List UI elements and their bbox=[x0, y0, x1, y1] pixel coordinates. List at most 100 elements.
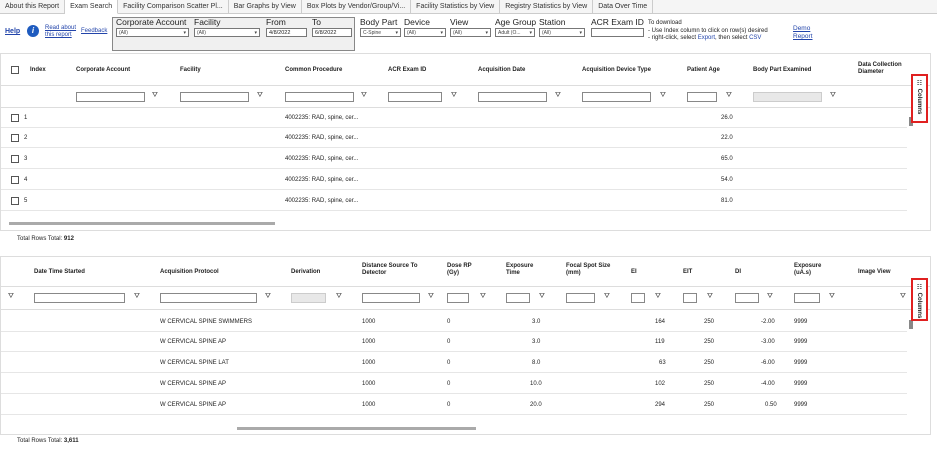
filter-icon[interactable]: ⛛ bbox=[336, 293, 342, 301]
header-exposure[interactable]: Exposure (uA.s) bbox=[794, 263, 829, 277]
filter-exposure-time[interactable] bbox=[506, 293, 530, 303]
header-exposure-time[interactable]: Exposure Time bbox=[506, 263, 541, 277]
filter-icon[interactable]: ⛛ bbox=[830, 92, 836, 100]
tab-facility-comparison[interactable]: Facility Comparison Scatter Pl... bbox=[118, 0, 229, 14]
filter-exposure[interactable] bbox=[794, 293, 820, 303]
filter-acr-exam-id[interactable] bbox=[388, 92, 442, 102]
to-date-input[interactable]: 6/8/2022 bbox=[312, 28, 352, 37]
table-row[interactable]: 4 4002235: RAD, spine, cer... 54.0 bbox=[1, 171, 907, 190]
tab-exam-search[interactable]: Exam Search bbox=[65, 0, 119, 14]
filter-icon[interactable]: ⛛ bbox=[660, 92, 666, 100]
table-row[interactable]: W CERVICAL SPINE AP 1000 0 20.0 294 250 … bbox=[1, 396, 907, 415]
filter-dose-rp[interactable] bbox=[447, 293, 469, 303]
tab-facility-statistics[interactable]: Facility Statistics by View bbox=[411, 0, 501, 14]
filter-icon[interactable]: ⛛ bbox=[604, 293, 610, 301]
filter-common-procedure[interactable] bbox=[285, 92, 354, 102]
horizontal-scrollbar[interactable] bbox=[237, 427, 476, 430]
filter-icon[interactable]: ⛛ bbox=[555, 92, 561, 100]
header-acquisition-date[interactable]: Acquisition Date bbox=[478, 67, 525, 74]
feedback-link[interactable]: Feedback bbox=[81, 28, 107, 34]
row-checkbox[interactable] bbox=[11, 155, 19, 163]
from-date-input[interactable]: 4/8/2022 bbox=[266, 28, 307, 37]
vertical-scrollbar[interactable] bbox=[909, 320, 913, 329]
tab-bar-graphs[interactable]: Bar Graphs by View bbox=[229, 0, 302, 14]
filter-icon[interactable]: ⛛ bbox=[726, 92, 732, 100]
filter-icon[interactable]: ⛛ bbox=[265, 293, 271, 301]
table-row[interactable]: 1 4002235: RAD, spine, cer... 26.0 bbox=[1, 109, 907, 128]
row-checkbox[interactable] bbox=[11, 134, 19, 142]
filter-icon[interactable]: ⛛ bbox=[134, 293, 140, 301]
tab-box-plots[interactable]: Box Plots by Vendor/Group/Vi... bbox=[302, 0, 412, 14]
body-part-select[interactable]: C-Spine bbox=[360, 28, 401, 37]
filter-icon[interactable]: ⛛ bbox=[361, 92, 367, 100]
tab-registry-statistics[interactable]: Registry Statistics by View bbox=[500, 0, 594, 14]
header-index[interactable]: Index bbox=[30, 67, 46, 74]
table-row[interactable]: W CERVICAL SPINE SWIMMERS 1000 0 3.0 164… bbox=[1, 313, 907, 332]
facility-select[interactable]: (All) bbox=[194, 28, 260, 37]
header-acquisition-device-type[interactable]: Acquisition Device Type bbox=[582, 67, 651, 74]
table-row[interactable]: W CERVICAL SPINE LAT 1000 0 8.0 63 250 -… bbox=[1, 354, 907, 373]
demo-report-link[interactable]: Demo Report bbox=[793, 25, 823, 41]
table-row[interactable]: 2 4002235: RAD, spine, cer... 22.0 bbox=[1, 129, 907, 148]
filter-distance-source[interactable] bbox=[362, 293, 420, 303]
header-image-view[interactable]: Image View bbox=[858, 269, 891, 276]
header-data-collection-diameter[interactable]: Data Collection Diameter bbox=[858, 62, 908, 76]
filter-focal-spot-size[interactable] bbox=[566, 293, 595, 303]
columns-panel-toggle[interactable]: ☷ Columns bbox=[911, 74, 928, 123]
tab-about[interactable]: About this Report bbox=[0, 0, 66, 14]
header-focal-spot-size[interactable]: Focal Spot Size (mm) bbox=[566, 263, 611, 277]
header-dose-rp[interactable]: Dose RP (Gy) bbox=[447, 263, 482, 277]
filter-icon[interactable]: ⛛ bbox=[900, 293, 906, 301]
filter-icon[interactable]: ⛛ bbox=[767, 293, 773, 301]
filter-icon[interactable]: ⛛ bbox=[539, 293, 545, 301]
header-acquisition-protocol[interactable]: Acquisition Protocol bbox=[160, 269, 219, 276]
row-checkbox[interactable] bbox=[11, 176, 19, 184]
header-common-procedure[interactable]: Common Procedure bbox=[285, 67, 342, 74]
age-group-select[interactable]: Adult (O... bbox=[495, 28, 535, 37]
horizontal-scrollbar[interactable] bbox=[9, 222, 275, 225]
read-about-link[interactable]: Read about this report bbox=[45, 25, 79, 39]
header-ei[interactable]: EI bbox=[631, 269, 637, 276]
filter-icon[interactable]: ⛛ bbox=[428, 293, 434, 301]
table-row[interactable]: W CERVICAL SPINE AP 1000 0 3.0 119 250 -… bbox=[1, 333, 907, 352]
select-all-checkbox[interactable] bbox=[11, 66, 19, 74]
filter-facility[interactable] bbox=[180, 92, 249, 102]
filter-acquisition-device-type[interactable] bbox=[582, 92, 651, 102]
filter-icon[interactable]: ⛛ bbox=[480, 293, 486, 301]
corporate-account-select[interactable]: (All) bbox=[116, 28, 189, 37]
filter-eit[interactable] bbox=[683, 293, 697, 303]
filter-icon[interactable]: ⛛ bbox=[707, 293, 713, 301]
filter-icon[interactable]: ⛛ bbox=[152, 92, 158, 100]
view-select[interactable]: (All) bbox=[450, 28, 491, 37]
header-distance-source[interactable]: Distance Source To Detector bbox=[362, 263, 422, 277]
header-eit[interactable]: EIT bbox=[683, 269, 692, 276]
device-select[interactable]: (All) bbox=[404, 28, 446, 37]
filter-corporate-account[interactable] bbox=[76, 92, 145, 102]
filter-di[interactable] bbox=[735, 293, 759, 303]
header-di[interactable]: DI bbox=[735, 269, 741, 276]
filter-acquisition-date[interactable] bbox=[478, 92, 547, 102]
filter-icon[interactable]: ⛛ bbox=[8, 293, 14, 301]
header-body-part-examined[interactable]: Body Part Examined bbox=[753, 67, 811, 74]
filter-date-time-started[interactable] bbox=[34, 293, 125, 303]
info-icon[interactable]: i bbox=[27, 25, 39, 37]
filter-icon[interactable]: ⛛ bbox=[655, 293, 661, 301]
help-link[interactable]: Help bbox=[5, 28, 20, 35]
columns-panel-toggle[interactable]: ☷ Columns bbox=[911, 278, 928, 321]
header-acr-exam-id[interactable]: ACR Exam ID bbox=[388, 67, 426, 74]
header-facility[interactable]: Facility bbox=[180, 67, 201, 74]
row-checkbox[interactable] bbox=[11, 197, 19, 205]
station-select[interactable]: (All) bbox=[539, 28, 585, 37]
table-row[interactable]: 3 4002235: RAD, spine, cer... 65.0 bbox=[1, 150, 907, 169]
tab-data-over-time[interactable]: Data Over Time bbox=[593, 0, 654, 14]
filter-acquisition-protocol[interactable] bbox=[160, 293, 257, 303]
table-row[interactable]: W CERVICAL SPINE AP 1000 0 10.0 102 250 … bbox=[1, 375, 907, 394]
filter-icon[interactable]: ⛛ bbox=[829, 293, 835, 301]
filter-icon[interactable]: ⛛ bbox=[257, 92, 263, 100]
header-date-time-started[interactable]: Date Time Started bbox=[34, 269, 85, 276]
table-row[interactable]: 5 4002235: RAD, spine, cer... 81.0 bbox=[1, 192, 907, 211]
acr-exam-id-input[interactable] bbox=[591, 28, 644, 37]
header-derivation[interactable]: Derivation bbox=[291, 269, 320, 276]
header-corporate-account[interactable]: Corporate Account bbox=[76, 67, 130, 74]
filter-patient-age[interactable] bbox=[687, 92, 717, 102]
